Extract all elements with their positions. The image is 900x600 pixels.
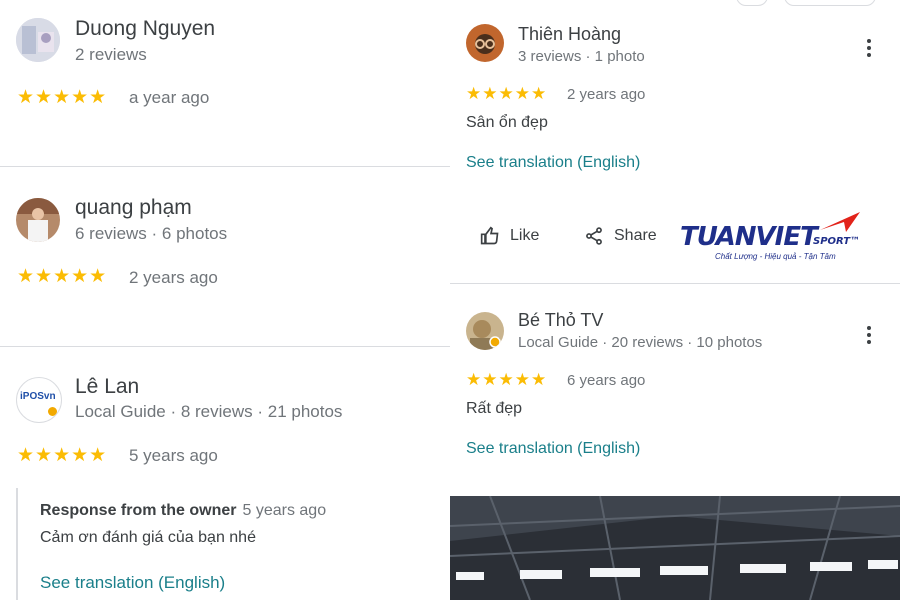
review-time: 2 years ago	[567, 86, 646, 103]
logo-swoosh-icon	[820, 212, 860, 232]
review-photo[interactable]	[450, 496, 900, 600]
logo-wordmark: TUANVIET	[680, 222, 818, 252]
reviewer-name[interactable]: Bé Thỏ TV	[518, 310, 603, 331]
star-rating: ★★★★★	[17, 445, 108, 466]
star-rating: ★★★★★	[466, 370, 548, 389]
review-text: Sân ổn đẹp	[466, 114, 548, 131]
reviewer-meta: 6 reviews · 6 photos	[75, 224, 228, 243]
review-time: 6 years ago	[567, 372, 646, 389]
reviewer-meta: Local Guide · 8 reviews · 21 photos	[75, 402, 343, 421]
like-button[interactable]: Like	[480, 226, 539, 246]
review-text: Rất đẹp	[466, 400, 523, 417]
reviewer-meta: Local Guide · 20 reviews · 10 photos	[518, 334, 763, 351]
owner-response-header: Response from the owner 5 years ago	[40, 502, 326, 520]
see-translation-link[interactable]: See translation (English)	[466, 154, 640, 172]
owner-response-time: 5 years ago	[242, 502, 327, 519]
more-options-icon[interactable]	[866, 39, 872, 60]
star-rating: ★★★★★	[17, 266, 108, 287]
top-chip-button[interactable]	[784, 0, 876, 6]
review-divider	[0, 166, 450, 167]
reviewer-avatar[interactable]: iPOSvn	[16, 377, 62, 423]
review-time: 2 years ago	[129, 268, 218, 287]
more-options-icon[interactable]	[866, 326, 872, 347]
owner-response-text: Cảm ơn đánh giá của bạn nhé	[40, 529, 256, 546]
review-divider	[450, 283, 900, 284]
review-time: 5 years ago	[129, 446, 218, 465]
like-label: Like	[510, 227, 540, 244]
local-guide-badge-icon	[48, 407, 57, 416]
reviewer-name[interactable]: quang phạm	[75, 196, 192, 220]
avatar-logo-text: iPOSvn	[20, 391, 56, 402]
reviewer-name[interactable]: Duong Nguyen	[75, 17, 215, 41]
see-translation-link[interactable]: See translation (English)	[40, 573, 225, 593]
share-icon	[586, 227, 602, 245]
review-time: a year ago	[129, 88, 210, 107]
share-button[interactable]: Share	[584, 226, 657, 246]
owner-response: Response from the owner 5 years ago Cảm ơ…	[16, 488, 438, 600]
reviewer-avatar[interactable]	[16, 18, 60, 62]
reviewer-avatar[interactable]	[466, 312, 504, 350]
logo-sport-text: SPORT™	[813, 236, 861, 247]
reviewer-meta: 3 reviews · 1 photo	[518, 48, 645, 65]
reviewer-name[interactable]: Thiên Hoàng	[518, 24, 621, 45]
star-rating: ★★★★★	[17, 87, 108, 108]
review-divider	[0, 346, 450, 347]
star-rating: ★★★★★	[466, 84, 548, 103]
left-review-column: Duong Nguyen 2 reviews ★★★★★ a year ago …	[0, 0, 450, 600]
reviewer-avatar[interactable]	[16, 198, 60, 242]
right-review-column: Thiên Hoàng 3 reviews · 1 photo ★★★★★ 2 …	[450, 0, 900, 600]
owner-response-label: Response from the owner	[40, 502, 237, 519]
thumbs-up-icon	[480, 226, 499, 245]
logo-tagline: Chất Lượng - Hiệu quả - Tận Tâm	[715, 252, 836, 261]
reviewer-name[interactable]: Lê Lan	[75, 375, 139, 399]
see-translation-link[interactable]: See translation (English)	[466, 440, 640, 458]
top-chip-button[interactable]	[736, 0, 768, 6]
reviewer-avatar[interactable]	[466, 24, 504, 62]
share-label: Share	[614, 227, 657, 244]
reviewer-meta: 2 reviews	[75, 45, 147, 64]
